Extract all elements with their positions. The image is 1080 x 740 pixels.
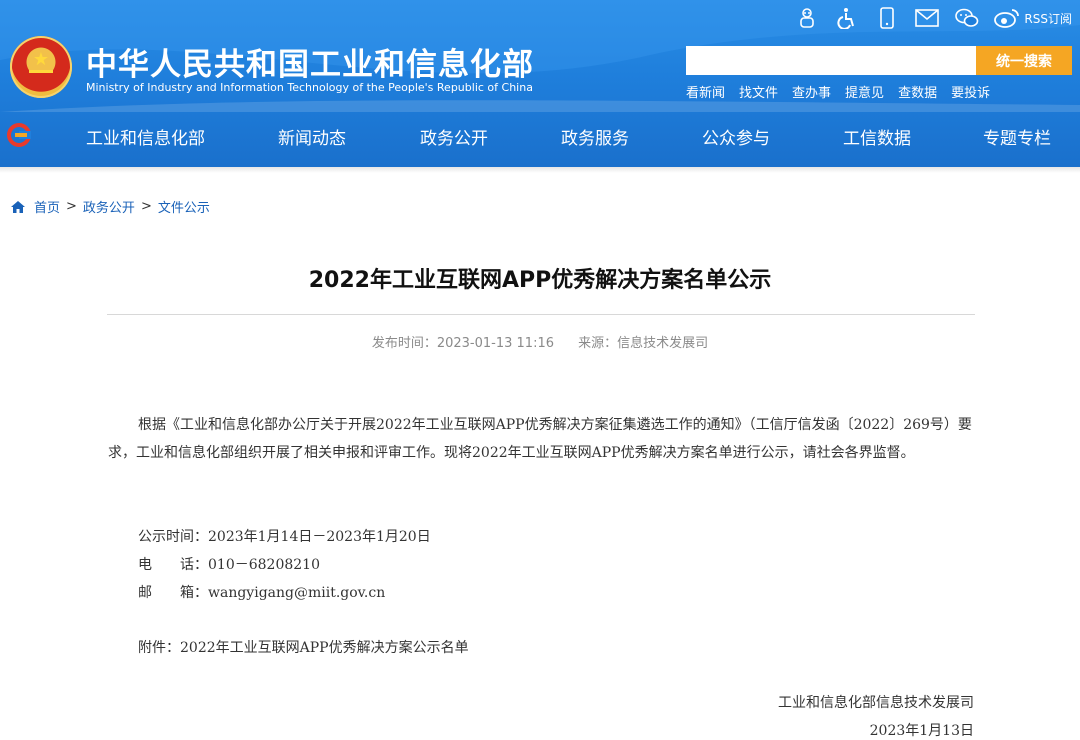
nav-item-news[interactable]: 新闻动态: [278, 124, 346, 149]
breadcrumb: 首页 > 政务公开 > 文件公示: [10, 197, 210, 216]
attachment-link[interactable]: 附件：2022年工业互联网APP优秀解决方案公示名单: [138, 637, 469, 657]
breadcrumb-home[interactable]: 首页: [34, 197, 60, 216]
breadcrumb-gov-affairs[interactable]: 政务公开: [83, 197, 135, 216]
breadcrumb-separator: >: [140, 199, 152, 214]
quick-link-news[interactable]: 看新闻: [686, 82, 725, 101]
robot-icon[interactable]: [794, 6, 820, 30]
quick-link-data[interactable]: 查数据: [898, 82, 937, 101]
miit-logo-icon[interactable]: [6, 122, 32, 148]
top-utility-bar: RSS订阅: [794, 5, 1072, 31]
contact-phone: 电 话：010－68208210: [138, 557, 320, 573]
nav-item-gov-affairs[interactable]: 政务公开: [420, 124, 488, 149]
site-title[interactable]: 中华人民共和国工业和信息化部: [86, 39, 534, 84]
site-subtitle: Ministry of Industry and Information Tec…: [86, 81, 533, 94]
weibo-icon[interactable]: [994, 6, 1020, 30]
quick-link-complaint[interactable]: 要投诉: [951, 82, 990, 101]
mobile-icon[interactable]: [874, 6, 900, 30]
search-input[interactable]: [686, 46, 976, 75]
header-shadow: [0, 167, 1080, 173]
breadcrumb-separator: >: [66, 199, 77, 214]
mail-icon[interactable]: [914, 6, 940, 30]
contact-email: 邮 箱：wangyigang@miit.gov.cn: [138, 585, 386, 601]
quick-link-files[interactable]: 找文件: [739, 82, 778, 101]
article-source: 来源：信息技术发展司: [578, 336, 709, 351]
wechat-icon[interactable]: [954, 6, 980, 30]
title-divider: [107, 314, 975, 315]
nav-item-gov-services[interactable]: 政务服务: [561, 124, 629, 149]
nav-item-public-participation[interactable]: 公众参与: [702, 124, 770, 149]
quick-links: 看新闻 找文件 查办事 提意见 查数据 要投诉: [686, 82, 990, 101]
nav-item-ministry[interactable]: 工业和信息化部: [86, 124, 205, 149]
nav-item-special-topics[interactable]: 专题专栏: [983, 124, 1051, 149]
breadcrumb-file-notice[interactable]: 文件公示: [158, 197, 210, 216]
article-title: 2022年工业互联网APP优秀解决方案名单公示: [308, 268, 772, 293]
accessibility-icon[interactable]: [834, 6, 860, 30]
home-icon[interactable]: [10, 200, 26, 214]
signer: 工业和信息化部信息技术发展司: [778, 695, 974, 711]
quick-link-services[interactable]: 查办事: [792, 82, 831, 101]
article-body: 根据《工业和信息化部办公厅关于开展2022年工业互联网APP优秀解决方案征集遴选…: [108, 417, 972, 461]
notice-period: 公示时间：2023年1月14日－2023年1月20日: [138, 529, 431, 545]
sign-date: 2023年1月13日: [869, 723, 974, 739]
emblem-gate-icon: [29, 70, 53, 82]
publish-time: 发布时间：2023-01-13 11:16: [371, 336, 554, 351]
emblem-star-icon: ★: [32, 49, 50, 70]
quick-link-feedback[interactable]: 提意见: [845, 82, 884, 101]
site-header: ★ 中华人民共和国工业和信息化部 Ministry of Industry an…: [0, 0, 1080, 167]
nav-item-data[interactable]: 工信数据: [843, 124, 911, 149]
main-nav: 工业和信息化部 新闻动态 政务公开 政务服务 公众参与 工信数据 专题专栏: [0, 113, 1080, 157]
rss-link[interactable]: RSS订阅: [1024, 10, 1072, 27]
national-emblem-icon[interactable]: ★: [10, 36, 72, 98]
unified-search-button[interactable]: 统一搜索: [976, 46, 1072, 75]
article-meta: 发布时间：2023-01-13 11:16 来源：信息技术发展司: [0, 332, 1080, 351]
